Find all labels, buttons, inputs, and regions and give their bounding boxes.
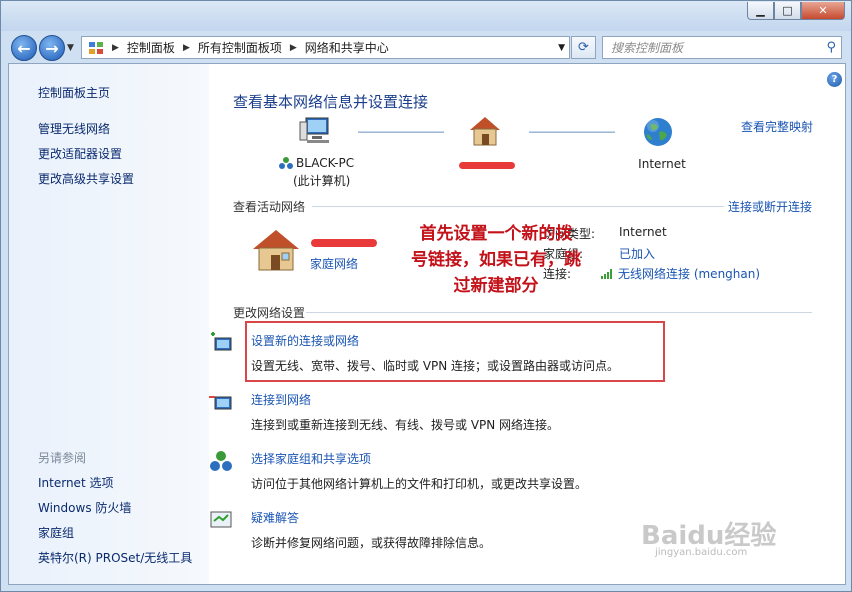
troubleshoot-icon [210,511,232,528]
sidebar-item-adapter-settings[interactable]: 更改适配器设置 [38,145,122,162]
computer-icon [299,117,329,143]
task-description: 访问位于其他网络计算机上的文件和打印机，或更改共享设置。 [251,477,588,491]
see-also-homegroup[interactable]: 家庭组 [38,524,74,541]
breadcrumb-item-network-center[interactable]: 网络和共享中心 [301,39,393,56]
computer-node [275,116,355,149]
refresh-button[interactable]: ⟳ [571,36,596,59]
new-connection-icon [211,332,232,351]
watermark: Baidu经验 jingyan.baidu.com [641,515,776,558]
globe-icon [644,118,672,146]
window-controls: ▁ □ ✕ [747,2,845,20]
connection-entry[interactable]: 无线网络连接 (menghan) [601,265,760,282]
search-input[interactable]: 搜索控制面板 ⚲ [602,36,842,59]
title-bar: ▁ □ ✕ [1,1,851,31]
breadcrumb-item-control-panel[interactable]: 控制面板 [123,39,179,56]
connection-link[interactable]: 无线网络连接 (menghan) [618,265,760,282]
breadcrumb-separator-icon[interactable]: ▶ [108,43,123,53]
connect-network-icon [209,396,232,410]
task-homegroup-sharing[interactable]: 选择家庭组和共享选项 访问位于其他网络计算机上的文件和打印机，或更改共享设置。 [210,450,811,492]
forward-button[interactable]: → [39,35,65,61]
active-networks-label: 查看活动网络 [233,200,306,214]
annotation-line: 首先设置一个新的拨 [419,224,573,244]
see-also-title: 另请参阅 [38,451,87,465]
breadcrumb-item-all-items[interactable]: 所有控制面板项 [194,39,286,56]
network-icon [279,157,293,169]
window: ▁ □ ✕ ← → ▼ ▶ 控制面板 ▶ 所有控制面板项 ▶ 网络和共享中心 ▼… [0,0,852,592]
divider [312,206,724,207]
connect-disconnect-link[interactable]: 连接或断开连接 [728,198,812,215]
annotation-line: 过新建部分 [453,276,539,296]
task-title[interactable]: 选择家庭组和共享选项 [251,450,811,467]
search-icon[interactable]: ⚲ [826,40,836,55]
see-also-internet-options[interactable]: Internet 选项 [38,474,113,491]
house-icon [253,230,299,271]
breadcrumb-separator-icon[interactable]: ▶ [286,43,301,53]
refresh-icon: ⟳ [578,40,589,55]
navigation-bar: ← → ▼ ▶ 控制面板 ▶ 所有控制面板项 ▶ 网络和共享中心 ▼ ⟳ 搜索控… [1,31,851,63]
network-type-link[interactable]: 家庭网络 [310,255,358,272]
homegroup-link[interactable]: 已加入 [619,245,655,262]
sidebar-item-manage-wireless[interactable]: 管理无线网络 [38,120,110,137]
address-bar[interactable]: ▶ 控制面板 ▶ 所有控制面板项 ▶ 网络和共享中心 ▼ [81,36,570,59]
connection-line [529,131,615,133]
homegroup-icon [210,451,232,471]
task-description: 连接到或重新连接到无线、有线、拨号或 VPN 网络连接。 [251,418,560,432]
address-dropdown-icon[interactable]: ▼ [558,43,565,53]
control-panel-icon [88,41,104,55]
home-network-node[interactable] [467,115,503,150]
back-button[interactable]: ← [11,35,37,61]
redacted-network-name [311,239,377,247]
internet-label: Internet [638,157,686,171]
computer-name: BLACK-PC [296,156,355,170]
sidebar: 控制面板主页 管理无线网络 更改适配器设置 更改高级共享设置 另请参阅 Inte… [9,64,209,584]
breadcrumb-separator-icon[interactable]: ▶ [179,43,194,53]
sidebar-home-link[interactable]: 控制面板主页 [38,84,110,101]
change-settings-label: 更改网络设置 [233,306,306,320]
active-network-icon [251,228,301,275]
annotation-text: 首先设置一个新的拨 号链接，如果已有，跳 过新建部分 [381,221,611,299]
connection-line [358,131,444,133]
see-also-proset[interactable]: 英特尔(R) PROSet/无线工具 [38,549,192,566]
annotation-line: 号链接，如果已有，跳 [411,250,581,270]
full-map-link[interactable]: 查看完整映射 [741,118,813,135]
highlight-box [245,321,665,382]
internet-node[interactable] [641,116,675,151]
minimize-button[interactable]: ▁ [747,2,774,20]
help-icon[interactable]: ? [827,72,842,87]
recent-pages-dropdown-icon[interactable]: ▼ [67,43,74,53]
sidebar-item-advanced-sharing[interactable]: 更改高级共享设置 [38,170,134,187]
search-placeholder: 搜索控制面板 [611,41,684,55]
task-title[interactable]: 连接到网络 [251,391,811,408]
redacted-network-name [459,162,515,169]
divider [306,312,812,313]
watermark-subtext: jingyan.baidu.com [655,547,748,558]
house-icon [470,117,500,146]
see-also-firewall[interactable]: Windows 防火墙 [38,499,131,516]
computer-subtitle: (此计算机) [293,174,351,188]
close-button[interactable]: ✕ [801,2,845,20]
maximize-button[interactable]: □ [774,2,801,20]
access-type-value: Internet [619,225,667,239]
computer-label: BLACK-PC (此计算机) [279,156,359,189]
page-title: 查看基本网络信息并设置连接 [233,93,429,111]
task-connect-network[interactable]: 连接到网络 连接到或重新连接到无线、有线、拨号或 VPN 网络连接。 [209,391,811,433]
